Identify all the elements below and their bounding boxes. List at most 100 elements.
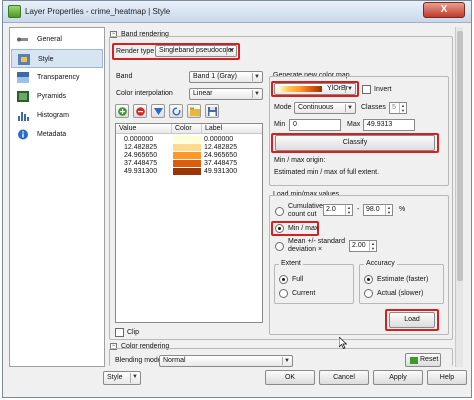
extent-current-radio[interactable] xyxy=(279,289,288,298)
title-bar: Layer Properties - crime_heatmap | Style… xyxy=(3,1,471,23)
accuracy-estimate-label: Estimate (faster) xyxy=(377,276,429,283)
add-entry-button[interactable] xyxy=(115,104,129,118)
cumulative-cut-label: Cumulative count cut xyxy=(288,203,324,218)
minmax-origin-title: Min / max origin: xyxy=(274,157,326,164)
scrollbar-thumb[interactable] xyxy=(457,31,463,281)
accuracy-frame xyxy=(359,264,444,304)
table-row[interactable]: 0.000000 0.000000 xyxy=(116,136,262,143)
blending-mode-select[interactable]: Normal ▼ xyxy=(159,355,293,367)
color-swatch[interactable] xyxy=(173,144,201,151)
band-select[interactable]: Band 1 (Gray) ▼ xyxy=(189,71,263,83)
band-rendering-group: − Band rendering Render type Singleband … xyxy=(109,31,453,340)
max-label: Max xyxy=(347,121,361,128)
reset-button[interactable]: Reset xyxy=(405,353,441,367)
minmax-origin-text: Estimated min / max of full extent. xyxy=(274,169,380,176)
table-row[interactable]: 49.931300 49.931300 xyxy=(116,168,262,175)
mode-label: Mode xyxy=(274,104,292,111)
minmax-label: Min / max xyxy=(288,225,319,232)
pyramid-icon xyxy=(17,91,29,102)
sidebar-item-general[interactable]: General xyxy=(11,30,103,49)
chevron-down-icon: ▼ xyxy=(252,73,261,81)
extent-title: Extent xyxy=(279,260,303,267)
accuracy-actual-label: Actual (slower) xyxy=(377,290,424,297)
mode-select[interactable]: Continuous ▼ xyxy=(294,102,356,114)
column-header-value[interactable]: Value xyxy=(116,124,172,134)
classify-button[interactable]: Classify xyxy=(275,135,435,151)
help-button[interactable]: Help xyxy=(427,370,467,385)
load-button[interactable]: Load xyxy=(389,312,435,328)
mean-stddev-radio[interactable] xyxy=(275,242,284,251)
cancel-button[interactable]: Cancel xyxy=(319,370,369,385)
table-row[interactable]: 24.965650 24.965650 xyxy=(116,152,262,159)
max-input[interactable]: 49.9313 xyxy=(363,119,415,131)
clip-checkbox[interactable] xyxy=(115,328,124,337)
table-row[interactable]: 12.482825 12.482825 xyxy=(116,144,262,151)
cumulative-high-spinbox[interactable]: 98.0 ▲ ▼ xyxy=(363,204,393,216)
plus-icon xyxy=(118,107,127,116)
classes-spinbox[interactable]: 5 ▲ ▼ xyxy=(389,102,407,114)
spin-arrows-icon[interactable]: ▲ ▼ xyxy=(369,241,376,251)
remove-entry-button[interactable] xyxy=(133,104,147,118)
extent-full-label: Full xyxy=(292,276,304,283)
band-label: Band xyxy=(116,73,133,80)
chevron-down-icon: ▼ xyxy=(252,90,261,98)
refresh-icon xyxy=(172,107,181,116)
color-ramp-select[interactable]: YlOrBr ▼ xyxy=(274,83,356,95)
extent-current-label: Current xyxy=(292,290,316,297)
sidebar-item-transparency[interactable]: Transparency xyxy=(11,68,103,87)
invert-checkbox[interactable] xyxy=(362,85,371,94)
sidebar-item-label: Style xyxy=(38,56,54,63)
stddev-spinbox[interactable]: 2.00 ▲ ▼ xyxy=(349,240,377,252)
spin-arrows-icon[interactable]: ▲ ▼ xyxy=(385,205,392,215)
color-swatch[interactable] xyxy=(173,152,201,159)
style-menu-button[interactable]: Style ▼ xyxy=(103,371,141,385)
color-map-table[interactable]: Value Color Label 0.000000 0.000000 12.4… xyxy=(115,123,263,323)
extent-full-radio[interactable] xyxy=(279,275,288,284)
cumulative-cut-radio[interactable] xyxy=(275,207,284,216)
sidebar-item-style[interactable]: Style xyxy=(11,49,103,68)
sidebar-item-pyramids[interactable]: Pyramids xyxy=(11,87,103,106)
cumulative-low-spinbox[interactable]: 2.0 ▲ ▼ xyxy=(323,204,353,216)
open-file-button[interactable] xyxy=(187,104,201,118)
histogram-icon xyxy=(18,112,29,121)
sidebar-item-label: Metadata xyxy=(37,131,67,138)
save-file-button[interactable] xyxy=(205,104,219,118)
invert-label: Invert xyxy=(374,86,392,93)
min-input[interactable]: 0 xyxy=(289,119,341,131)
render-type-select[interactable]: Singleband pseudocolor ▼ xyxy=(155,45,237,57)
spin-arrows-icon[interactable]: ▲ ▼ xyxy=(399,103,406,113)
minmax-radio[interactable] xyxy=(275,224,284,233)
accuracy-actual-radio[interactable] xyxy=(364,289,373,298)
ok-button[interactable]: OK xyxy=(265,370,315,385)
color-swatch[interactable] xyxy=(173,168,201,175)
sort-entries-button[interactable] xyxy=(151,104,165,118)
info-icon xyxy=(18,129,28,140)
refresh-button[interactable] xyxy=(169,104,183,118)
spin-arrows-icon[interactable]: ▲ ▼ xyxy=(345,205,352,215)
color-interpolation-select[interactable]: Linear ▼ xyxy=(189,88,263,100)
minus-icon xyxy=(136,107,145,116)
sidebar-item-label: Histogram xyxy=(37,112,69,119)
close-button[interactable]: X xyxy=(423,2,465,18)
sidebar-item-histogram[interactable]: Histogram xyxy=(11,106,103,125)
apply-button[interactable]: Apply xyxy=(373,370,423,385)
color-swatch[interactable] xyxy=(173,136,201,143)
save-icon xyxy=(208,107,217,116)
classes-label: Classes xyxy=(361,104,386,111)
accuracy-estimate-radio[interactable] xyxy=(364,275,373,284)
clip-label: Clip xyxy=(127,329,140,336)
color-swatch[interactable] xyxy=(173,160,201,167)
chevron-down-icon: ▼ xyxy=(345,85,354,93)
table-row[interactable]: 37.448475 37.448475 xyxy=(116,160,262,167)
paintbrush-icon xyxy=(18,54,30,65)
sidebar-item-metadata[interactable]: Metadata xyxy=(11,125,103,144)
transparency-icon xyxy=(17,72,29,83)
wrench-icon xyxy=(17,37,28,42)
style-panel: − Band rendering Render type Singleband … xyxy=(109,27,465,367)
sort-down-icon xyxy=(154,108,163,115)
cumulative-separator: - xyxy=(357,206,360,213)
accuracy-title: Accuracy xyxy=(364,260,397,267)
column-header-label[interactable]: Label xyxy=(202,124,262,134)
vertical-scrollbar[interactable] xyxy=(455,27,463,367)
column-header-color[interactable]: Color xyxy=(172,124,202,134)
